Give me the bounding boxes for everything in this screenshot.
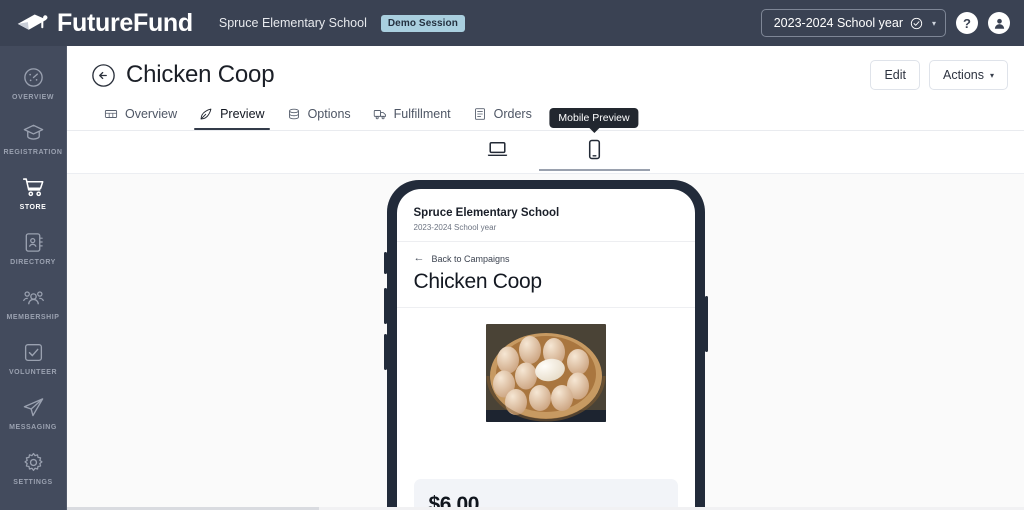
- device-preview-toggle: Mobile Preview: [67, 107, 1024, 174]
- back-arrow-circle-icon[interactable]: [91, 63, 116, 88]
- account-menu-button[interactable]: [988, 12, 1010, 34]
- paper-plane-icon: [23, 398, 43, 417]
- page-title: Chicken Coop: [126, 61, 275, 88]
- chevron-down-icon: ▾: [989, 70, 994, 80]
- sidebar-label-registration: REGISTRATION: [3, 149, 63, 156]
- mobile-preview-tooltip: Mobile Preview: [549, 107, 639, 128]
- left-sidebar-nav: OVERVIEW REGISTRATION STORE DIRECTORY ME…: [0, 46, 67, 510]
- graduation-cap-icon: [23, 124, 43, 140]
- mobile-back-link-label: Back to Campaigns: [431, 253, 510, 264]
- tab-orders[interactable]: Orders: [462, 102, 543, 130]
- sidebar-label-messaging: MESSAGING: [9, 424, 57, 431]
- graduation-cap-logo-icon: [17, 14, 48, 30]
- actions-button-label: Actions: [942, 68, 984, 82]
- page-header-actions: Edit Actions ▾: [870, 60, 1008, 90]
- help-button[interactable]: ?: [956, 12, 978, 34]
- sidebar-item-settings[interactable]: SETTINGS: [0, 441, 66, 496]
- address-book-icon: [25, 233, 43, 252]
- laptop-icon: [487, 141, 507, 156]
- tab-fulfillment[interactable]: Fulfillment: [362, 102, 462, 130]
- tab-overview[interactable]: Overview: [93, 102, 188, 130]
- preview-canvas: Spruce Elementary School 2023-2024 Schoo…: [67, 174, 1024, 510]
- shopping-cart-icon: [22, 178, 43, 197]
- mobile-back-to-campaigns-link[interactable]: ← Back to Campaigns: [397, 242, 695, 264]
- app-body: OVERVIEW REGISTRATION STORE DIRECTORY ME…: [0, 46, 1024, 510]
- pen-icon: [200, 108, 212, 120]
- sidebar-item-store[interactable]: STORE: [0, 166, 66, 221]
- top-header-bar: FutureFund Spruce Elementary School Demo…: [0, 0, 1024, 46]
- sidebar-label-store: STORE: [19, 204, 47, 211]
- sidebar-label-directory: DIRECTORY: [10, 259, 56, 266]
- tab-options[interactable]: Options: [276, 102, 362, 130]
- phone-mute-switch: [383, 252, 387, 274]
- tab-label-options: Options: [307, 107, 351, 121]
- mobile-school-name: Spruce Elementary School: [413, 207, 560, 219]
- school-year-selector[interactable]: 2023-2024 School year ▾: [760, 9, 946, 37]
- checkbox-icon: [24, 343, 42, 362]
- sidebar-item-overview[interactable]: OVERVIEW: [0, 56, 66, 111]
- sidebar-label-settings: SETTINGS: [13, 479, 53, 486]
- tab-label-overview: Overview: [125, 107, 178, 121]
- user-avatar-icon: [994, 18, 1004, 29]
- mobile-preview-button[interactable]: Mobile Preview: [538, 107, 650, 171]
- basket-of-eggs-photo: [485, 324, 606, 422]
- main-content: Chicken Coop Edit Actions ▾ Overview Pre…: [67, 46, 1024, 510]
- mobile-price-card: $6.00: [413, 479, 678, 510]
- tab-label-preview: Preview: [220, 107, 265, 121]
- school-year-caret-icon: ▾: [931, 18, 936, 28]
- brand-name: FutureFund: [57, 8, 193, 37]
- tab-label-fulfillment: Fulfillment: [393, 107, 451, 121]
- sidebar-label-membership: MEMBERSHIP: [6, 314, 60, 321]
- tab-label-orders: Orders: [493, 107, 532, 121]
- page-title-row: Chicken Coop Edit Actions ▾: [91, 60, 1008, 90]
- people-group-icon: [22, 291, 44, 305]
- phone-mockup-frame: Spruce Elementary School 2023-2024 Schoo…: [383, 180, 708, 510]
- mobile-phone-icon: [588, 139, 600, 159]
- mobile-store-header: Spruce Elementary School 2023-2024 Schoo…: [396, 189, 695, 242]
- list-document-icon: [474, 108, 485, 120]
- demo-session-badge: Demo Session: [380, 14, 465, 32]
- sidebar-label-overview: OVERVIEW: [11, 94, 54, 101]
- gear-icon: [23, 452, 43, 471]
- mobile-product-image-wrap: [397, 308, 695, 422]
- edit-button-label: Edit: [884, 68, 906, 82]
- sidebar-item-messaging[interactable]: MESSAGING: [0, 386, 66, 441]
- page-header: Chicken Coop Edit Actions ▾ Overview Pre…: [67, 46, 1024, 130]
- check-circle-icon: [910, 17, 923, 29]
- question-mark-icon: ?: [963, 15, 971, 31]
- speedometer-icon: [23, 68, 43, 87]
- sidebar-item-membership[interactable]: MEMBERSHIP: [0, 276, 66, 331]
- phone-volume-down-button: [383, 334, 387, 370]
- mobile-school-year: 2023-2024 School year: [413, 223, 497, 232]
- grid-icon: [104, 110, 118, 118]
- phone-screen: Spruce Elementary School 2023-2024 Schoo…: [396, 189, 695, 510]
- desktop-preview-button[interactable]: [484, 134, 511, 171]
- school-year-label: 2023-2024 School year: [773, 16, 903, 30]
- phone-power-button: [704, 296, 708, 352]
- tab-preview[interactable]: Preview: [188, 102, 275, 130]
- header-right-controls: 2023-2024 School year ▾ ?: [760, 9, 1010, 37]
- mobile-campaign-title: Chicken Coop: [396, 264, 695, 308]
- edit-button[interactable]: Edit: [870, 60, 920, 90]
- sidebar-item-directory[interactable]: DIRECTORY: [0, 221, 66, 276]
- header-school-name: Spruce Elementary School: [218, 16, 367, 30]
- app-root: FutureFund Spruce Elementary School Demo…: [0, 0, 1024, 510]
- phone-volume-up-button: [383, 288, 387, 324]
- brand-logo[interactable]: FutureFund: [16, 8, 193, 37]
- brand-name-text: FutureFund: [57, 8, 193, 37]
- sidebar-label-volunteer: VOLUNTEER: [8, 369, 58, 376]
- truck-icon: [373, 110, 386, 120]
- sidebar-item-registration[interactable]: REGISTRATION: [0, 111, 66, 166]
- arrow-left-icon: ←: [413, 252, 425, 264]
- layers-icon: [288, 108, 299, 120]
- actions-button[interactable]: Actions ▾: [928, 60, 1008, 90]
- sidebar-item-volunteer[interactable]: VOLUNTEER: [0, 331, 66, 386]
